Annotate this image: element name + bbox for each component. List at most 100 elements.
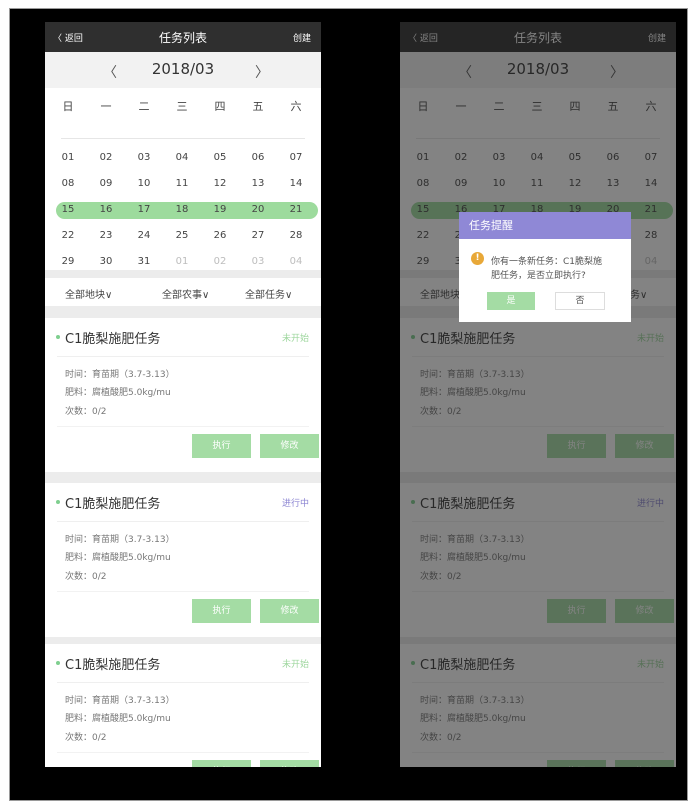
calendar-day[interactable]: 18 bbox=[170, 200, 194, 220]
calendar-day[interactable]: 29 bbox=[56, 252, 80, 272]
calendar: 〈 2018/03 〉 日 一 二 三 四 五 六 01 02 03 04 05 06 07 08 09 10… bbox=[45, 52, 321, 270]
calendar-day[interactable]: 16 bbox=[94, 200, 118, 220]
month-label: 2018/03 bbox=[151, 60, 215, 78]
modal-overlay[interactable] bbox=[400, 22, 676, 767]
filter-farmwork[interactable]: 全部农事∨ bbox=[162, 286, 209, 301]
card-divider bbox=[57, 591, 309, 592]
status-badge: 进行中 bbox=[281, 499, 309, 509]
page-title: 任务列表 bbox=[158, 31, 207, 45]
calendar-day[interactable]: 04 bbox=[284, 252, 308, 272]
calendar-day[interactable]: 25 bbox=[170, 226, 194, 246]
filter-bar: 全部地块∨ 全部农事∨ 全部任务∨ bbox=[45, 278, 321, 306]
card-divider bbox=[57, 752, 309, 753]
calendar-day[interactable]: 24 bbox=[132, 226, 156, 246]
calendar-day[interactable]: 12 bbox=[208, 174, 232, 194]
task-fertilizer: 肥料：腐植酸肥5.0kg/mu bbox=[65, 388, 171, 398]
calendar-day[interactable]: 28 bbox=[284, 226, 308, 246]
weekday-label: 日 bbox=[62, 100, 74, 113]
calendar-day[interactable]: 14 bbox=[284, 174, 308, 194]
calendar-week-row: 08 09 10 11 12 13 14 bbox=[45, 174, 321, 194]
calendar-week-row: 01 02 03 04 05 06 07 bbox=[45, 148, 321, 168]
calendar-day[interactable]: 17 bbox=[132, 200, 156, 220]
edit-button[interactable]: 修改 bbox=[260, 434, 319, 458]
calendar-day[interactable]: 20 bbox=[246, 200, 270, 220]
calendar-day[interactable]: 19 bbox=[208, 200, 232, 220]
calendar-day[interactable]: 03 bbox=[246, 252, 270, 272]
calendar-day[interactable]: 27 bbox=[246, 226, 270, 246]
card-divider bbox=[57, 426, 309, 427]
calendar-day[interactable]: 26 bbox=[208, 226, 232, 246]
calendar-day[interactable]: 30 bbox=[94, 252, 118, 272]
dialog-no-button[interactable]: 否 bbox=[555, 292, 605, 310]
nav-bar: 〈 返回 任务列表 创建 bbox=[45, 22, 321, 52]
calendar-day[interactable]: 04 bbox=[170, 148, 194, 168]
execute-button[interactable]: 执行 bbox=[192, 760, 251, 767]
calendar-day[interactable]: 08 bbox=[56, 174, 80, 194]
calendar-day[interactable]: 15 bbox=[56, 200, 80, 220]
weekday-label: 三 bbox=[176, 100, 188, 113]
task-card[interactable]: C1脆梨施肥任务 进行中时间：育苗期（3.7-3.13） 肥料：腐植酸肥5.0kg/… bbox=[45, 483, 321, 637]
dialog-message-line2: 肥任务，是否立即执行? bbox=[491, 271, 586, 281]
phone-right: 〈 返回 任务列表 创建 〈 2018/03 〉 日一二三四五六 0102030… bbox=[400, 22, 676, 767]
calendar-day[interactable]: 11 bbox=[170, 174, 194, 194]
phone-left: 〈 返回 任务列表 创建 〈 2018/03 〉 日一二三四五六 01 02 03 0… bbox=[45, 22, 321, 767]
card-divider bbox=[57, 521, 309, 522]
task-reminder-dialog: 任务提醒 ! 你有一条新任务：C1脆梨施 肥任务，是否立即执行? 是 否 bbox=[459, 212, 631, 322]
calendar-day[interactable]: 05 bbox=[208, 148, 232, 168]
weekday-label: 五 bbox=[252, 100, 264, 113]
warning-icon: ! bbox=[471, 252, 484, 265]
calendar-day[interactable]: 09 bbox=[94, 174, 118, 194]
calendar-day[interactable]: 10 bbox=[132, 174, 156, 194]
card-divider bbox=[57, 682, 309, 683]
calendar-day[interactable]: 22 bbox=[56, 226, 80, 246]
calendar-week-row: 22 23 24 25 26 27 28 bbox=[45, 226, 321, 246]
bullet-dot-icon bbox=[56, 500, 60, 504]
calendar-week-row: 15 16 17 18 19 20 21 bbox=[45, 200, 321, 220]
calendar-day[interactable]: 21 bbox=[284, 200, 308, 220]
calendar-day[interactable]: 02 bbox=[94, 148, 118, 168]
month-header: 〈 2018/03 〉 bbox=[45, 52, 321, 88]
edit-button[interactable]: 修改 bbox=[260, 760, 319, 767]
calendar-day[interactable]: 02 bbox=[208, 252, 232, 272]
calendar-day[interactable]: 03 bbox=[132, 148, 156, 168]
execute-button[interactable]: 执行 bbox=[192, 599, 251, 623]
create-button[interactable]: 创建 bbox=[293, 31, 311, 44]
calendar-day[interactable]: 13 bbox=[246, 174, 270, 194]
dialog-message-line1: 你有一条新任务：C1脆梨施 bbox=[491, 257, 603, 267]
calendar-day[interactable]: 01 bbox=[56, 148, 80, 168]
weekday-label: 一 bbox=[100, 100, 112, 113]
screenshot-frame: 〈 返回 任务列表 创建 〈 2018/03 〉 日一二三四五六 01 02 03 0… bbox=[9, 8, 688, 801]
task-title: C1脆梨施肥任务 bbox=[65, 332, 161, 347]
weekday-label: 六 bbox=[290, 100, 302, 113]
task-fertilizer: 肥料：腐植酸肥5.0kg/mu bbox=[65, 553, 171, 563]
task-time: 时间：育苗期（3.7-3.13） bbox=[65, 535, 175, 545]
filter-field[interactable]: 全部地块∨ bbox=[65, 286, 112, 301]
execute-button[interactable]: 执行 bbox=[192, 434, 251, 458]
task-card[interactable]: C1脆梨施肥任务 未开始时间：育苗期（3.7-3.13） 肥料：腐植酸肥5.0kg/… bbox=[45, 644, 321, 767]
calendar-day[interactable]: 01 bbox=[170, 252, 194, 272]
weekday-header: 日一二三四五六 bbox=[45, 98, 321, 126]
calendar-day[interactable]: 23 bbox=[94, 226, 118, 246]
task-time: 时间：育苗期（3.7-3.13） bbox=[65, 370, 175, 380]
task-time: 时间：育苗期（3.7-3.13） bbox=[65, 696, 175, 706]
filter-task[interactable]: 全部任务∨ bbox=[245, 286, 292, 301]
calendar-day[interactable]: 07 bbox=[284, 148, 308, 168]
card-divider bbox=[57, 356, 309, 357]
bullet-dot-icon bbox=[56, 335, 60, 339]
status-badge: 未开始 bbox=[281, 660, 309, 670]
task-count: 次数：0/2 bbox=[65, 572, 107, 582]
calendar-divider bbox=[61, 138, 305, 139]
status-badge: 未开始 bbox=[281, 334, 309, 344]
dialog-yes-button[interactable]: 是 bbox=[487, 292, 535, 310]
task-count: 次数：0/2 bbox=[65, 407, 107, 417]
next-month-button[interactable]: 〉 bbox=[255, 62, 269, 82]
edit-button[interactable]: 修改 bbox=[260, 599, 319, 623]
calendar-day[interactable]: 31 bbox=[132, 252, 156, 272]
calendar-week-row: 29 30 31 01 02 03 04 bbox=[45, 252, 321, 272]
weekday-label: 二 bbox=[138, 100, 150, 113]
weekday-label: 四 bbox=[214, 100, 226, 113]
task-title: C1脆梨施肥任务 bbox=[65, 658, 161, 673]
calendar-day[interactable]: 06 bbox=[246, 148, 270, 168]
task-count: 次数：0/2 bbox=[65, 733, 107, 743]
task-card[interactable]: C1脆梨施肥任务 未开始时间：育苗期（3.7-3.13） 肥料：腐植酸肥5.0kg/… bbox=[45, 318, 321, 472]
